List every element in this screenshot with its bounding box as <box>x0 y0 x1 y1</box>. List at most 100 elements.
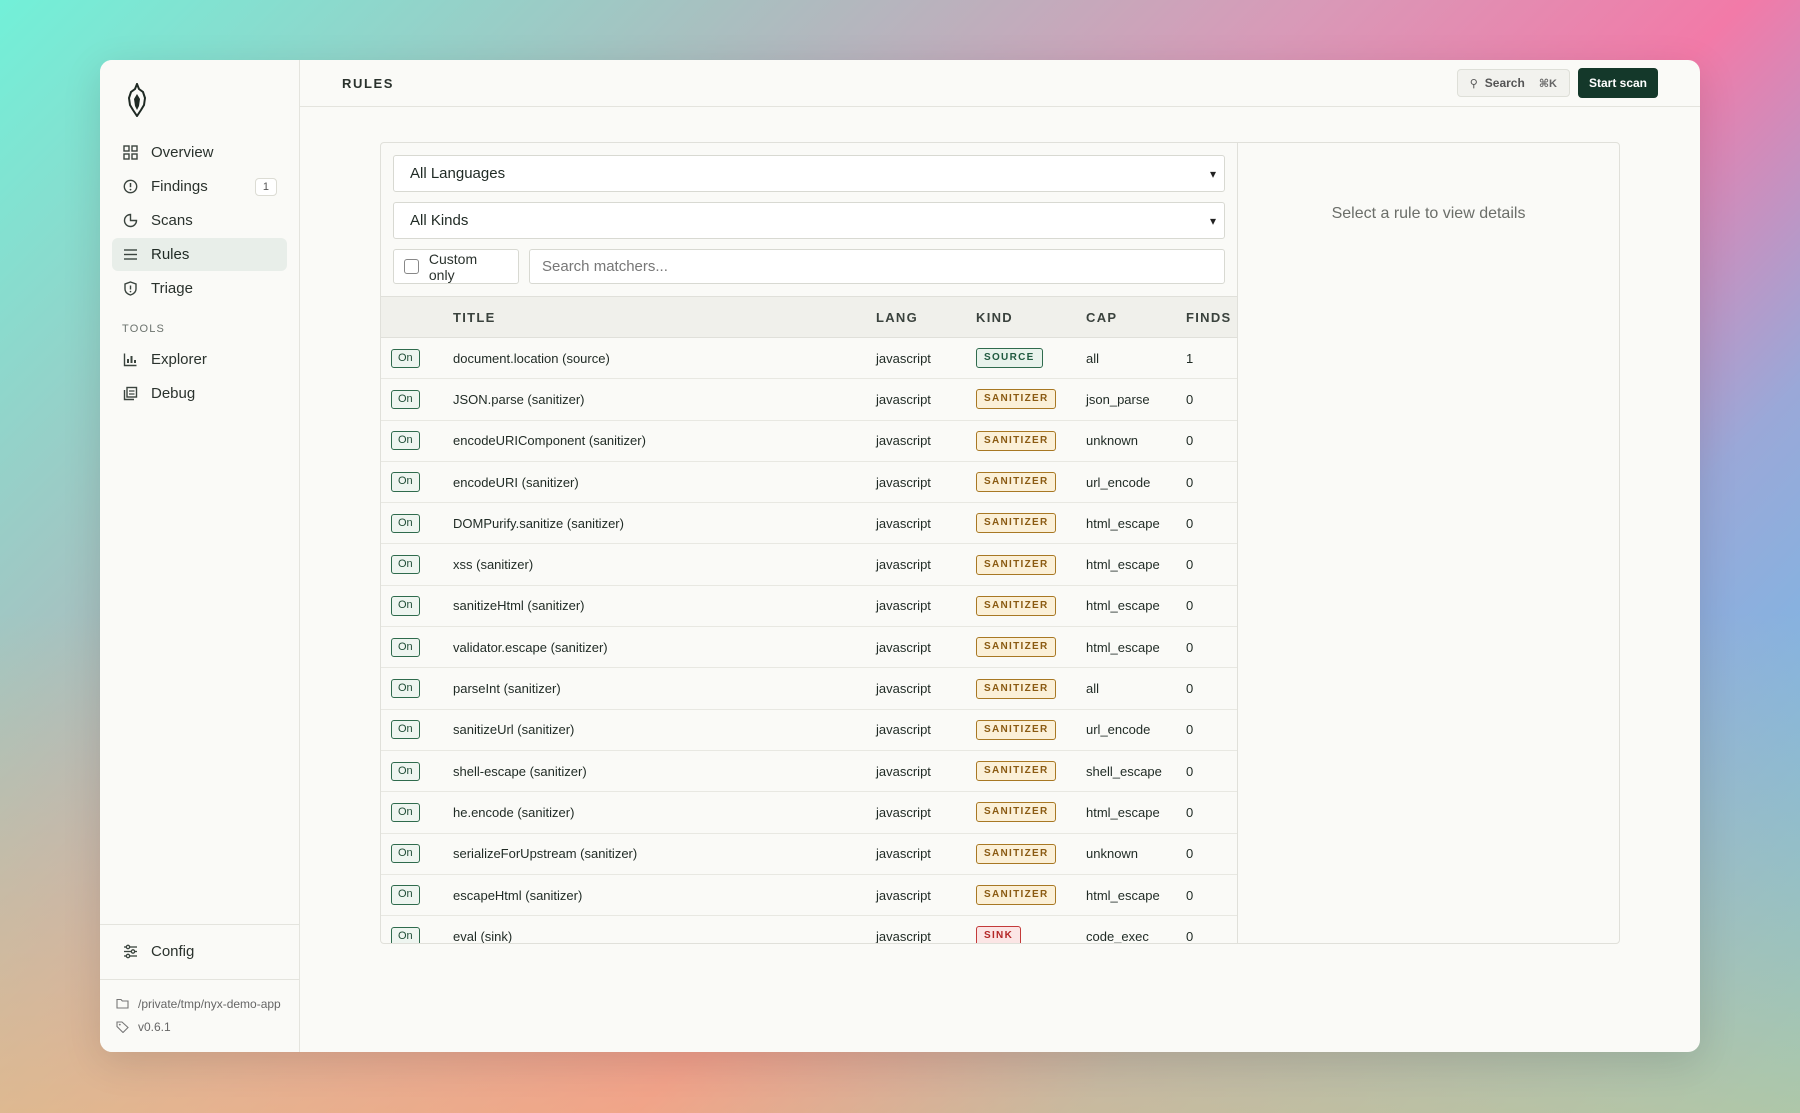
col-lang[interactable]: LANG <box>876 296 976 338</box>
rule-enabled-toggle[interactable]: On <box>391 761 420 781</box>
folder-icon <box>116 998 130 1009</box>
col-kind[interactable]: KIND <box>976 296 1086 338</box>
kind-badge: SANITIZER <box>976 554 1057 575</box>
nav-label: Config <box>151 943 195 960</box>
rule-enabled-toggle[interactable]: On <box>391 555 420 575</box>
rule-cap: url_encode <box>1086 474 1151 490</box>
detail-empty-message: Select a rule to view details <box>1331 205 1526 222</box>
tools-section-label: TOOLS <box>122 323 166 335</box>
rule-cap: url_encode <box>1086 722 1151 738</box>
pie-icon <box>122 213 138 229</box>
table-row[interactable]: On encodeURIComponent (sanitizer) javascri… <box>381 420 1237 462</box>
kind-badge: SANITIZER <box>976 678 1057 699</box>
table-row[interactable]: On escapeHtml (sanitizer) javascript SANITI… <box>381 874 1237 916</box>
nav-label: Overview <box>151 144 214 161</box>
rule-toggle-cell: On <box>381 916 453 943</box>
list-icon <box>122 247 138 263</box>
rule-enabled-toggle[interactable]: On <box>391 720 420 740</box>
nav-item-rules[interactable]: Rules <box>112 238 287 271</box>
rule-enabled-toggle[interactable]: On <box>391 885 420 905</box>
rule-finds: 0 <box>1186 474 1194 490</box>
table-row[interactable]: On encodeURI (sanitizer) javascript SANITIZ… <box>381 461 1237 503</box>
table-row[interactable]: On shell-escape (sanitizer) javascript SANI… <box>381 750 1237 792</box>
table-row[interactable]: On xss (sanitizer) javascript SANITIZER html… <box>381 544 1237 586</box>
col-toggle <box>381 296 453 338</box>
col-cap[interactable]: CAP <box>1086 296 1186 338</box>
rule-kind-cell: SANITIZER <box>976 792 1086 833</box>
rule-lang: javascript <box>876 557 931 573</box>
nav-item-config[interactable]: Config <box>112 935 287 968</box>
rule-toggle-cell: On <box>381 420 453 461</box>
project-path-text: /private/tmp/nyx-demo-app <box>138 996 281 1011</box>
rule-title: eval (sink) <box>453 928 513 944</box>
nav-item-explorer[interactable]: Explorer <box>112 343 287 376</box>
rule-cap: all <box>1086 681 1100 697</box>
search-icon: ⚲ <box>1469 77 1478 90</box>
table-row[interactable]: On he.encode (sanitizer) javascript SANITIZ… <box>381 792 1237 834</box>
rule-enabled-toggle[interactable]: On <box>391 802 420 822</box>
rule-enabled-toggle[interactable]: On <box>391 596 420 616</box>
nav-item-triage[interactable]: Triage <box>112 272 287 305</box>
rule-lang: javascript <box>876 515 931 531</box>
main-nav: Overview Findings 1 Scans Rules Triage T… <box>100 124 299 411</box>
custom-only-checkbox[interactable] <box>404 259 419 274</box>
rule-toggle-cell: On <box>381 709 453 750</box>
nav-label: Scans <box>151 212 193 229</box>
rule-kind-cell: SANITIZER <box>976 668 1086 709</box>
rule-enabled-toggle[interactable]: On <box>391 348 420 368</box>
rule-enabled-toggle[interactable]: On <box>391 678 420 699</box>
rule-enabled-toggle[interactable]: On <box>391 389 420 410</box>
table-row[interactable]: On document.location (source) javascript SO… <box>381 338 1237 379</box>
rule-enabled-toggle[interactable]: On <box>391 844 420 864</box>
nav-item-scans[interactable]: Scans <box>112 204 287 237</box>
col-finds[interactable]: FINDS <box>1186 296 1237 338</box>
rule-enabled-toggle[interactable]: On <box>391 637 420 657</box>
rule-cap: html_escape <box>1086 515 1160 531</box>
kind-select-value: All Kinds <box>410 212 469 229</box>
start-scan-button[interactable]: Start scan <box>1577 68 1658 98</box>
kind-select[interactable]: All Kinds ▾ <box>393 202 1225 239</box>
nav-item-findings[interactable]: Findings 1 <box>112 170 287 203</box>
nav-item-debug[interactable]: Debug <box>112 377 287 410</box>
kind-badge: SOURCE <box>976 348 1043 369</box>
app-logo[interactable] <box>126 76 299 124</box>
rule-enabled-toggle[interactable]: On <box>391 513 420 533</box>
matcher-search-input[interactable] <box>529 249 1225 284</box>
table-row[interactable]: On DOMPurify.sanitize (sanitizer) javascri… <box>381 503 1237 544</box>
rule-enabled-toggle[interactable]: On <box>391 472 420 492</box>
custom-only-toggle[interactable]: Custom only <box>393 249 519 284</box>
table-row[interactable]: On serializeForUpstream (sanitizer) javasc… <box>381 833 1237 875</box>
kind-badge: SANITIZER <box>976 761 1057 782</box>
rule-finds: 0 <box>1186 515 1194 531</box>
main-area: RULES ⚲ Search ⌘K Start scan All Languag… <box>300 60 1700 1052</box>
rule-enabled-toggle[interactable]: On <box>391 431 420 451</box>
table-row[interactable]: On eval (sink) javascript SINK code_exec 0 <box>381 916 1237 944</box>
rule-finds: 1 <box>1186 350 1194 366</box>
page-title: RULES <box>342 75 395 91</box>
language-select[interactable]: All Languages ▾ <box>393 155 1225 192</box>
rule-finds: 0 <box>1186 928 1194 944</box>
rule-finds: 0 <box>1186 846 1194 862</box>
rule-cap: code_exec <box>1086 928 1149 944</box>
kind-badge: SANITIZER <box>976 843 1057 864</box>
rule-toggle-cell: On <box>381 338 453 379</box>
kind-badge: SANITIZER <box>976 802 1057 823</box>
rule-kind-cell: SOURCE <box>976 338 1086 379</box>
rule-kind-cell: SANITIZER <box>976 627 1086 668</box>
rule-finds: 0 <box>1186 722 1194 738</box>
rule-toggle-cell: On <box>381 461 453 502</box>
table-row[interactable]: On validator.escape (sanitizer) javascript… <box>381 627 1237 668</box>
rule-enabled-toggle[interactable]: On <box>391 926 420 943</box>
table-row[interactable]: On JSON.parse (sanitizer) javascript SANITI… <box>381 379 1237 421</box>
sliders-icon <box>122 944 138 960</box>
rule-cap: shell_escape <box>1086 763 1162 779</box>
rule-toggle-cell: On <box>381 379 453 420</box>
rule-lang: javascript <box>876 722 931 738</box>
table-row[interactable]: On sanitizeHtml (sanitizer) javascript SANI… <box>381 585 1237 627</box>
nav-item-overview[interactable]: Overview <box>112 136 287 169</box>
col-title[interactable]: TITLE <box>453 296 876 338</box>
search-button[interactable]: ⚲ Search ⌘K <box>1456 69 1570 97</box>
table-row[interactable]: On sanitizeUrl (sanitizer) javascript SANIT… <box>381 709 1237 751</box>
app-window: Overview Findings 1 Scans Rules Triage T… <box>100 60 1700 1052</box>
table-row[interactable]: On parseInt (sanitizer) javascript SANITIZE… <box>381 668 1237 710</box>
